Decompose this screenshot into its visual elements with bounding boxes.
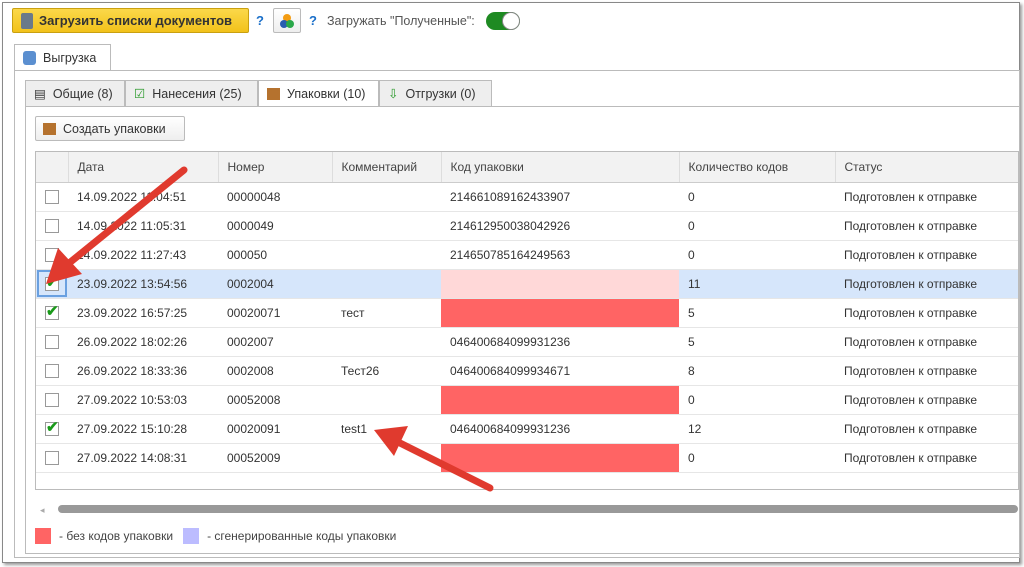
arrow-to-checkbox xyxy=(46,166,188,284)
annotation-arrows xyxy=(46,166,494,492)
arrow-to-comment xyxy=(374,426,494,492)
